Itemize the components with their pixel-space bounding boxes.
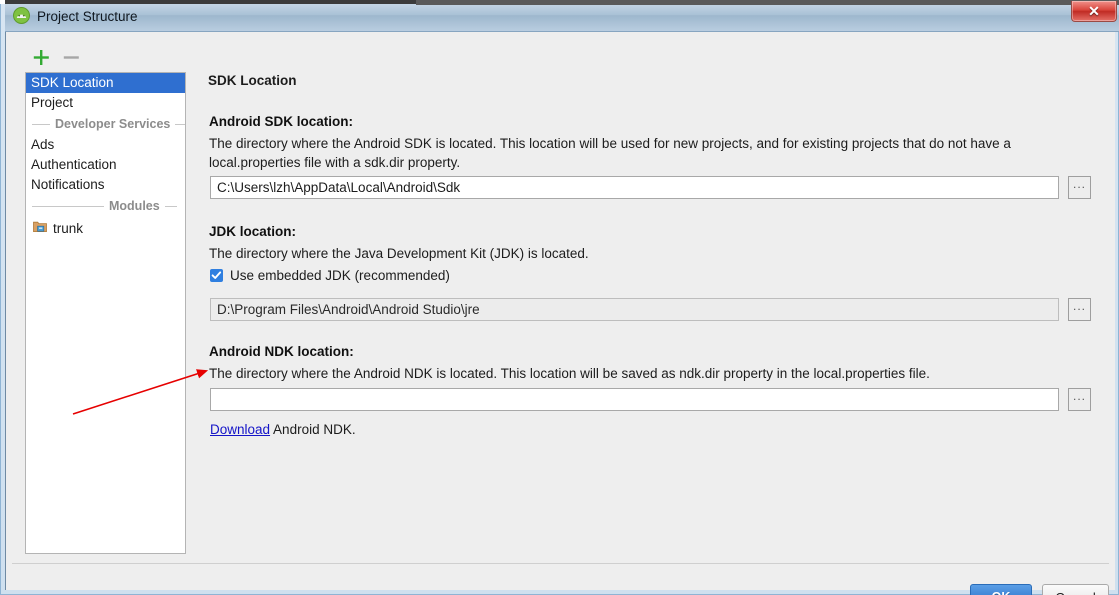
sidebar-item-label: Ads — [31, 137, 55, 152]
title-top-strip-right — [416, 0, 1119, 5]
check-icon — [211, 271, 222, 279]
android-studio-icon — [13, 7, 30, 24]
ndk-location-input[interactable] — [210, 388, 1059, 411]
ok-button-label: OK — [992, 590, 1011, 595]
sidebar-item-notifications[interactable]: Notifications — [26, 175, 185, 195]
sdk-location-description: The directory where the Android SDK is l… — [209, 136, 1011, 170]
sidebar-item-ads[interactable]: Ads — [26, 135, 185, 155]
dialog-body: SDK Location Project Developer Services … — [6, 32, 1115, 595]
ndk-location-browse-button[interactable]: ... — [1068, 388, 1091, 411]
screenshot-root: Project Structure ✕ SDK Location Project… — [0, 0, 1119, 595]
use-embedded-jdk-row[interactable]: Use embedded JDK (recommended) — [210, 268, 450, 283]
sidebar-item-label: Authentication — [31, 157, 117, 172]
footer-separator — [12, 563, 1109, 564]
sidebar-item-label: Notifications — [31, 177, 105, 192]
download-ndk-link[interactable]: Download — [210, 422, 270, 437]
jdk-location-input[interactable]: D:\Program Files\Android\Android Studio\… — [210, 298, 1059, 321]
remove-module-button[interactable] — [60, 46, 82, 68]
cancel-button-label: Cancel — [1055, 590, 1095, 595]
sidebar-item-sdk-location[interactable]: SDK Location — [26, 73, 185, 93]
sidebar-group-label: Developer Services — [55, 117, 171, 131]
sidebar-toolbar — [26, 46, 186, 70]
project-structure-window: Project Structure ✕ SDK Location Project… — [0, 0, 1119, 595]
download-ndk-suffix: Android NDK. — [270, 422, 356, 437]
sidebar-item-authentication[interactable]: Authentication — [26, 155, 185, 175]
main-panel: SDK Location Android SDK location: The d… — [202, 70, 1100, 554]
sdk-location-input[interactable]: C:\Users\lzh\AppData\Local\Android\Sdk — [210, 176, 1059, 199]
minus-icon — [63, 56, 79, 59]
close-button[interactable]: ✕ — [1071, 1, 1117, 22]
ndk-download-row: Download Android NDK. — [210, 422, 356, 437]
sidebar-item-project[interactable]: Project — [26, 93, 185, 113]
sdk-location-label: Android SDK location: — [209, 114, 353, 129]
add-module-button[interactable] — [30, 46, 52, 68]
group-rule-left — [32, 205, 104, 207]
group-rule-left — [32, 123, 50, 125]
sidebar-item-trunk[interactable]: trunk — [26, 217, 185, 239]
jdk-location-label: JDK location: — [209, 224, 297, 239]
plus-icon — [33, 50, 49, 65]
group-rule-right — [175, 123, 185, 125]
use-embedded-jdk-label: Use embedded JDK (recommended) — [230, 268, 450, 283]
sidebar-group-modules: Modules — [26, 195, 185, 217]
window-title: Project Structure — [37, 9, 138, 24]
ndk-location-label: Android NDK location: — [209, 344, 354, 359]
title-bar[interactable]: Project Structure ✕ — [5, 0, 1119, 32]
use-embedded-jdk-checkbox[interactable] — [210, 269, 223, 282]
jdk-location-description: The directory where the Java Development… — [209, 246, 589, 261]
page-title: SDK Location — [208, 73, 297, 88]
title-top-strip-left — [5, 0, 416, 4]
sidebar-list[interactable]: SDK Location Project Developer Services … — [25, 72, 186, 554]
cancel-button[interactable]: Cancel — [1042, 584, 1109, 595]
ndk-location-description: The directory where the Android NDK is l… — [209, 366, 930, 381]
group-rule-right — [164, 205, 177, 207]
sidebar-item-label: Project — [31, 95, 74, 110]
sidebar-group-developer-services: Developer Services — [26, 113, 185, 135]
module-folder-icon — [33, 220, 47, 236]
close-icon: ✕ — [1088, 3, 1100, 19]
sidebar-group-label: Modules — [109, 199, 160, 213]
ok-button[interactable]: OK — [970, 584, 1032, 595]
jdk-location-browse-button[interactable]: ... — [1068, 298, 1091, 321]
sidebar-item-label: SDK Location — [31, 75, 114, 90]
sidebar-item-label: trunk — [53, 220, 84, 236]
sdk-location-browse-button[interactable]: ... — [1068, 176, 1091, 199]
